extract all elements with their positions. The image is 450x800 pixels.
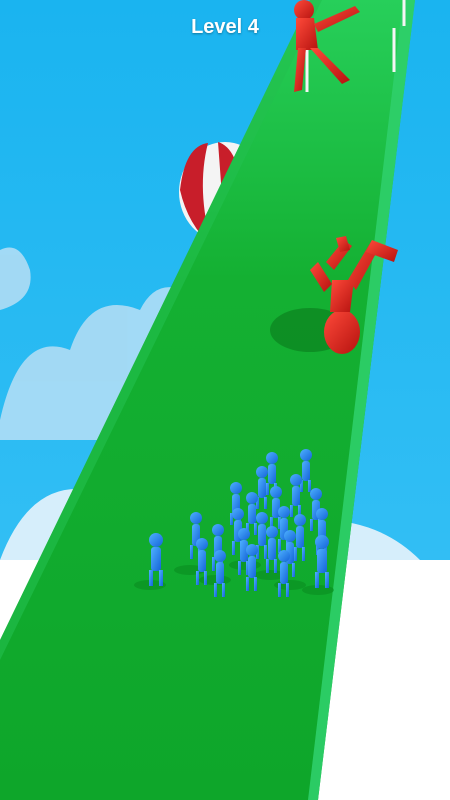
game-scene[interactable] bbox=[0, 0, 450, 800]
level-label: Level 4 bbox=[191, 16, 259, 38]
